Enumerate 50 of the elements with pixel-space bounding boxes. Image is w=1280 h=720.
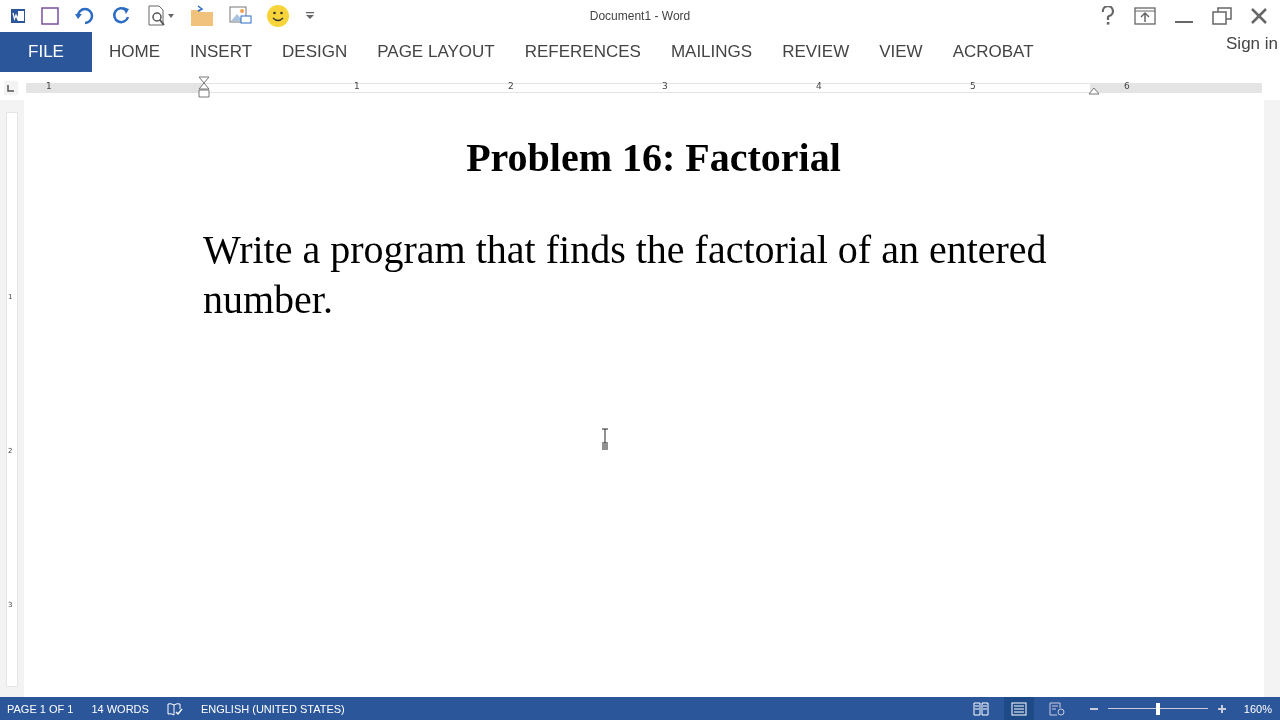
window-title: Document1 - Word [589,9,691,23]
undo-icon[interactable] [74,6,96,26]
sign-in-link[interactable]: Sign in [1226,32,1278,72]
ruler-number: 1 [354,81,360,91]
ruler-number: 3 [662,81,668,91]
horizontal-ruler[interactable]: 1 1 2 3 4 5 6 [26,76,1262,100]
file-tab[interactable]: FILE [0,32,92,72]
zoom-slider[interactable] [1107,702,1208,715]
help-icon[interactable] [1100,6,1116,26]
zoom-slider-thumb[interactable] [1155,702,1160,715]
smiley-icon[interactable] [266,4,290,28]
zoom-level[interactable]: 160% [1243,702,1272,715]
document-paragraph: Write a program that finds the factorial of an entered number. [203,226,1048,324]
page-lines-icon[interactable] [1010,701,1027,716]
document-heading: Problem 16: Factorial [465,134,842,181]
ribbon-tab[interactable]: REFERENCES [509,32,656,72]
ribbon-tab[interactable]: REVIEW [767,32,865,72]
folder-icon[interactable] [190,5,214,27]
text-cursor-icon [600,428,610,450]
book-icon[interactable] [972,701,989,716]
ribbon-tab[interactable]: MAILINGS [655,32,768,72]
customize-dropdown-icon[interactable] [304,10,316,22]
ribbon-tab[interactable]: VIEW [864,32,938,72]
ribbon-tab[interactable]: ACROBAT [937,32,1049,72]
ribbon-tab[interactable]: PAGE LAYOUT [362,32,510,72]
print-view-button[interactable] [1003,697,1034,720]
indent-marker-icon[interactable] [198,76,210,98]
ribbon-display-icon[interactable] [1134,7,1156,25]
word-logo-icon[interactable] [10,8,26,24]
ruler-number: 2 [508,81,514,91]
proofing-icon[interactable] [166,701,183,716]
word-count[interactable]: 14 WORDS [91,702,149,715]
ribbon-tab[interactable]: HOME [94,32,175,72]
ruler-number: 6 [1124,81,1130,91]
ruler-number: 4 [816,81,822,91]
ruler-number: 5 [970,81,976,91]
ribbon-tab[interactable]: DESIGN [267,32,363,72]
restore-icon[interactable] [1212,7,1232,25]
right-indent-marker-icon[interactable] [1088,85,1100,95]
close-icon[interactable] [1250,7,1268,25]
save-icon[interactable] [40,6,60,26]
language-indicator[interactable]: ENGLISH (UNITED STATES) [200,702,345,715]
ribbon-tab[interactable]: INSERT [175,32,268,72]
print-preview-icon[interactable] [146,5,176,27]
tab-selector-icon[interactable] [4,81,18,95]
ruler-number: 1 [46,81,52,91]
web-page-icon[interactable] [1048,701,1065,716]
page-count[interactable]: PAGE 1 OF 1 [7,702,74,715]
zoom-in-button[interactable] [1217,704,1226,713]
picture-icon[interactable] [228,5,252,27]
